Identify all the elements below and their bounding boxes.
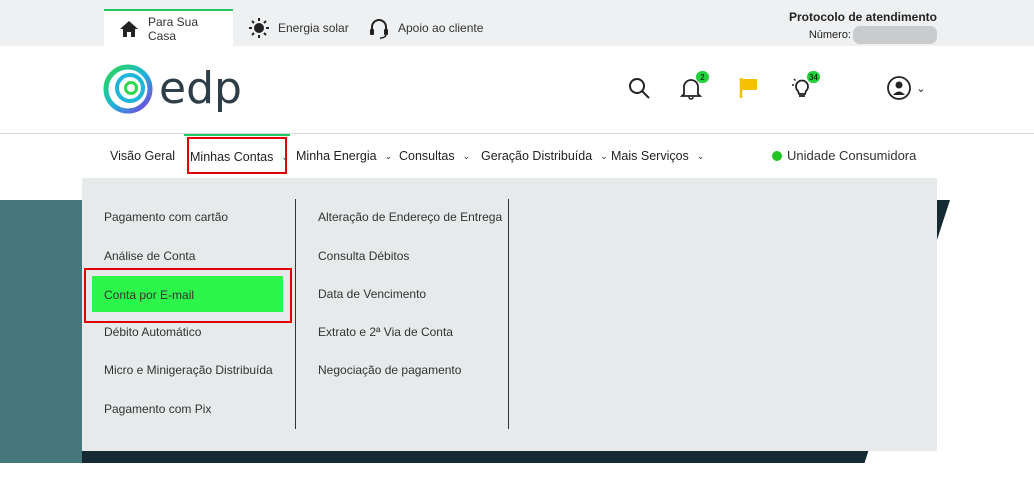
chevron-down-icon: ⌄ [462,150,471,161]
nav-consultas[interactable]: Consultas ⌄ [399,134,470,178]
column-divider [295,199,296,429]
tab-label: Apoio ao cliente [398,20,484,35]
chevron-down-icon: ⌄ [384,150,393,161]
nav-label: Visão Geral [110,149,176,163]
nav-label: Geração Distribuída [481,149,593,163]
house-icon [118,18,140,40]
top-utility-bar: Para Sua Casa Energia solar Apoio ao cli… [0,0,1034,46]
lightbulb-icon[interactable]: 34 [788,71,820,102]
site-header: edp 2 34 ⌄ [0,46,1034,134]
nav-geracao-distribuida[interactable]: Geração Distribuída ⌄ [481,134,608,178]
menu-item-data-vencimento[interactable]: Data de Vencimento [318,287,426,301]
nav-label: Minhas Contas [190,150,274,164]
sun-icon [248,17,270,39]
nav-label: Mais Serviços [611,149,689,163]
notification-badge: 2 [696,71,709,83]
nav-minhas-contas[interactable]: Minhas Contas ⌄ [184,134,290,178]
search-icon[interactable] [625,74,653,102]
menu-item-micro-minigeracao[interactable]: Micro e Minigeração Distribuída [104,363,273,377]
nav-label: Minha Energia [296,149,377,163]
nav-minha-energia[interactable]: Minha Energia ⌄ [296,134,392,178]
lightbulb-badge: 34 [807,71,820,83]
flag-icon[interactable] [735,74,763,102]
headset-icon [368,17,390,39]
chevron-down-icon: ⌄ [696,150,705,161]
page: Para Sua Casa Energia solar Apoio ao cli… [0,0,1034,488]
menu-item-consulta-debitos[interactable]: Consulta Débitos [318,249,409,263]
nav-visao-geral[interactable]: Visão Geral [110,134,175,178]
logo-text: edp [159,63,242,114]
account-menu[interactable]: ⌄ [882,74,930,102]
tab-label: Energia solar [278,20,349,35]
minhas-contas-dropdown: Pagamento com cartão Análise de Conta Co… [82,178,937,451]
menu-item-debito-automatico[interactable]: Débito Automático [104,325,201,339]
menu-item-pagamento-pix[interactable]: Pagamento com Pix [104,402,211,416]
protocol-number-label: Número: [808,29,851,41]
menu-item-alteracao-endereco[interactable]: Alteração de Endereço de Entrega [318,210,502,224]
chevron-down-icon: ⌄ [916,82,926,95]
protocol-title: Protocolo de atendimento [788,10,937,24]
tab-apoio-ao-cliente[interactable]: Apoio ao cliente [368,9,483,46]
edp-logo-mark [103,64,153,114]
status-dot [772,150,782,161]
user-circle-icon [887,76,912,100]
tab-para-sua-casa[interactable]: Para Sua Casa [104,9,233,46]
menu-item-conta-por-email[interactable]: Conta por E-mail [104,288,194,302]
edp-logo[interactable]: edp [103,64,242,114]
menu-item-analise-conta[interactable]: Análise de Conta [104,249,195,263]
banner-teal-area [0,200,82,463]
consumer-unit-selector[interactable]: Unidade Consumidora [772,148,916,163]
protocol-info: Protocolo de atendimento Número: [789,10,937,44]
chevron-down-icon: ⌄ [281,151,289,162]
consumer-unit-label: Unidade Consumidora [787,148,917,163]
bell-icon[interactable]: 2 [677,71,709,102]
nav-mais-servicos[interactable]: Mais Serviços ⌄ [611,134,704,178]
protocol-number-redacted [853,26,937,44]
tab-energia-solar[interactable]: Energia solar [248,9,349,46]
main-nav: Visão Geral Minhas Contas ⌄ Minha Energi… [0,134,1034,178]
tab-label: Para Sua Casa [148,14,199,43]
protocol-number: Número: [789,26,937,44]
menu-item-negociacao-pagamento[interactable]: Negociação de pagamento [318,363,461,377]
menu-item-extrato-2via[interactable]: Extrato e 2ª Via de Conta [318,325,453,339]
chevron-down-icon: ⌄ [600,150,608,161]
column-divider [508,199,509,429]
menu-item-pagamento-cartao[interactable]: Pagamento com cartão [104,210,228,224]
nav-label: Consultas [399,149,455,163]
